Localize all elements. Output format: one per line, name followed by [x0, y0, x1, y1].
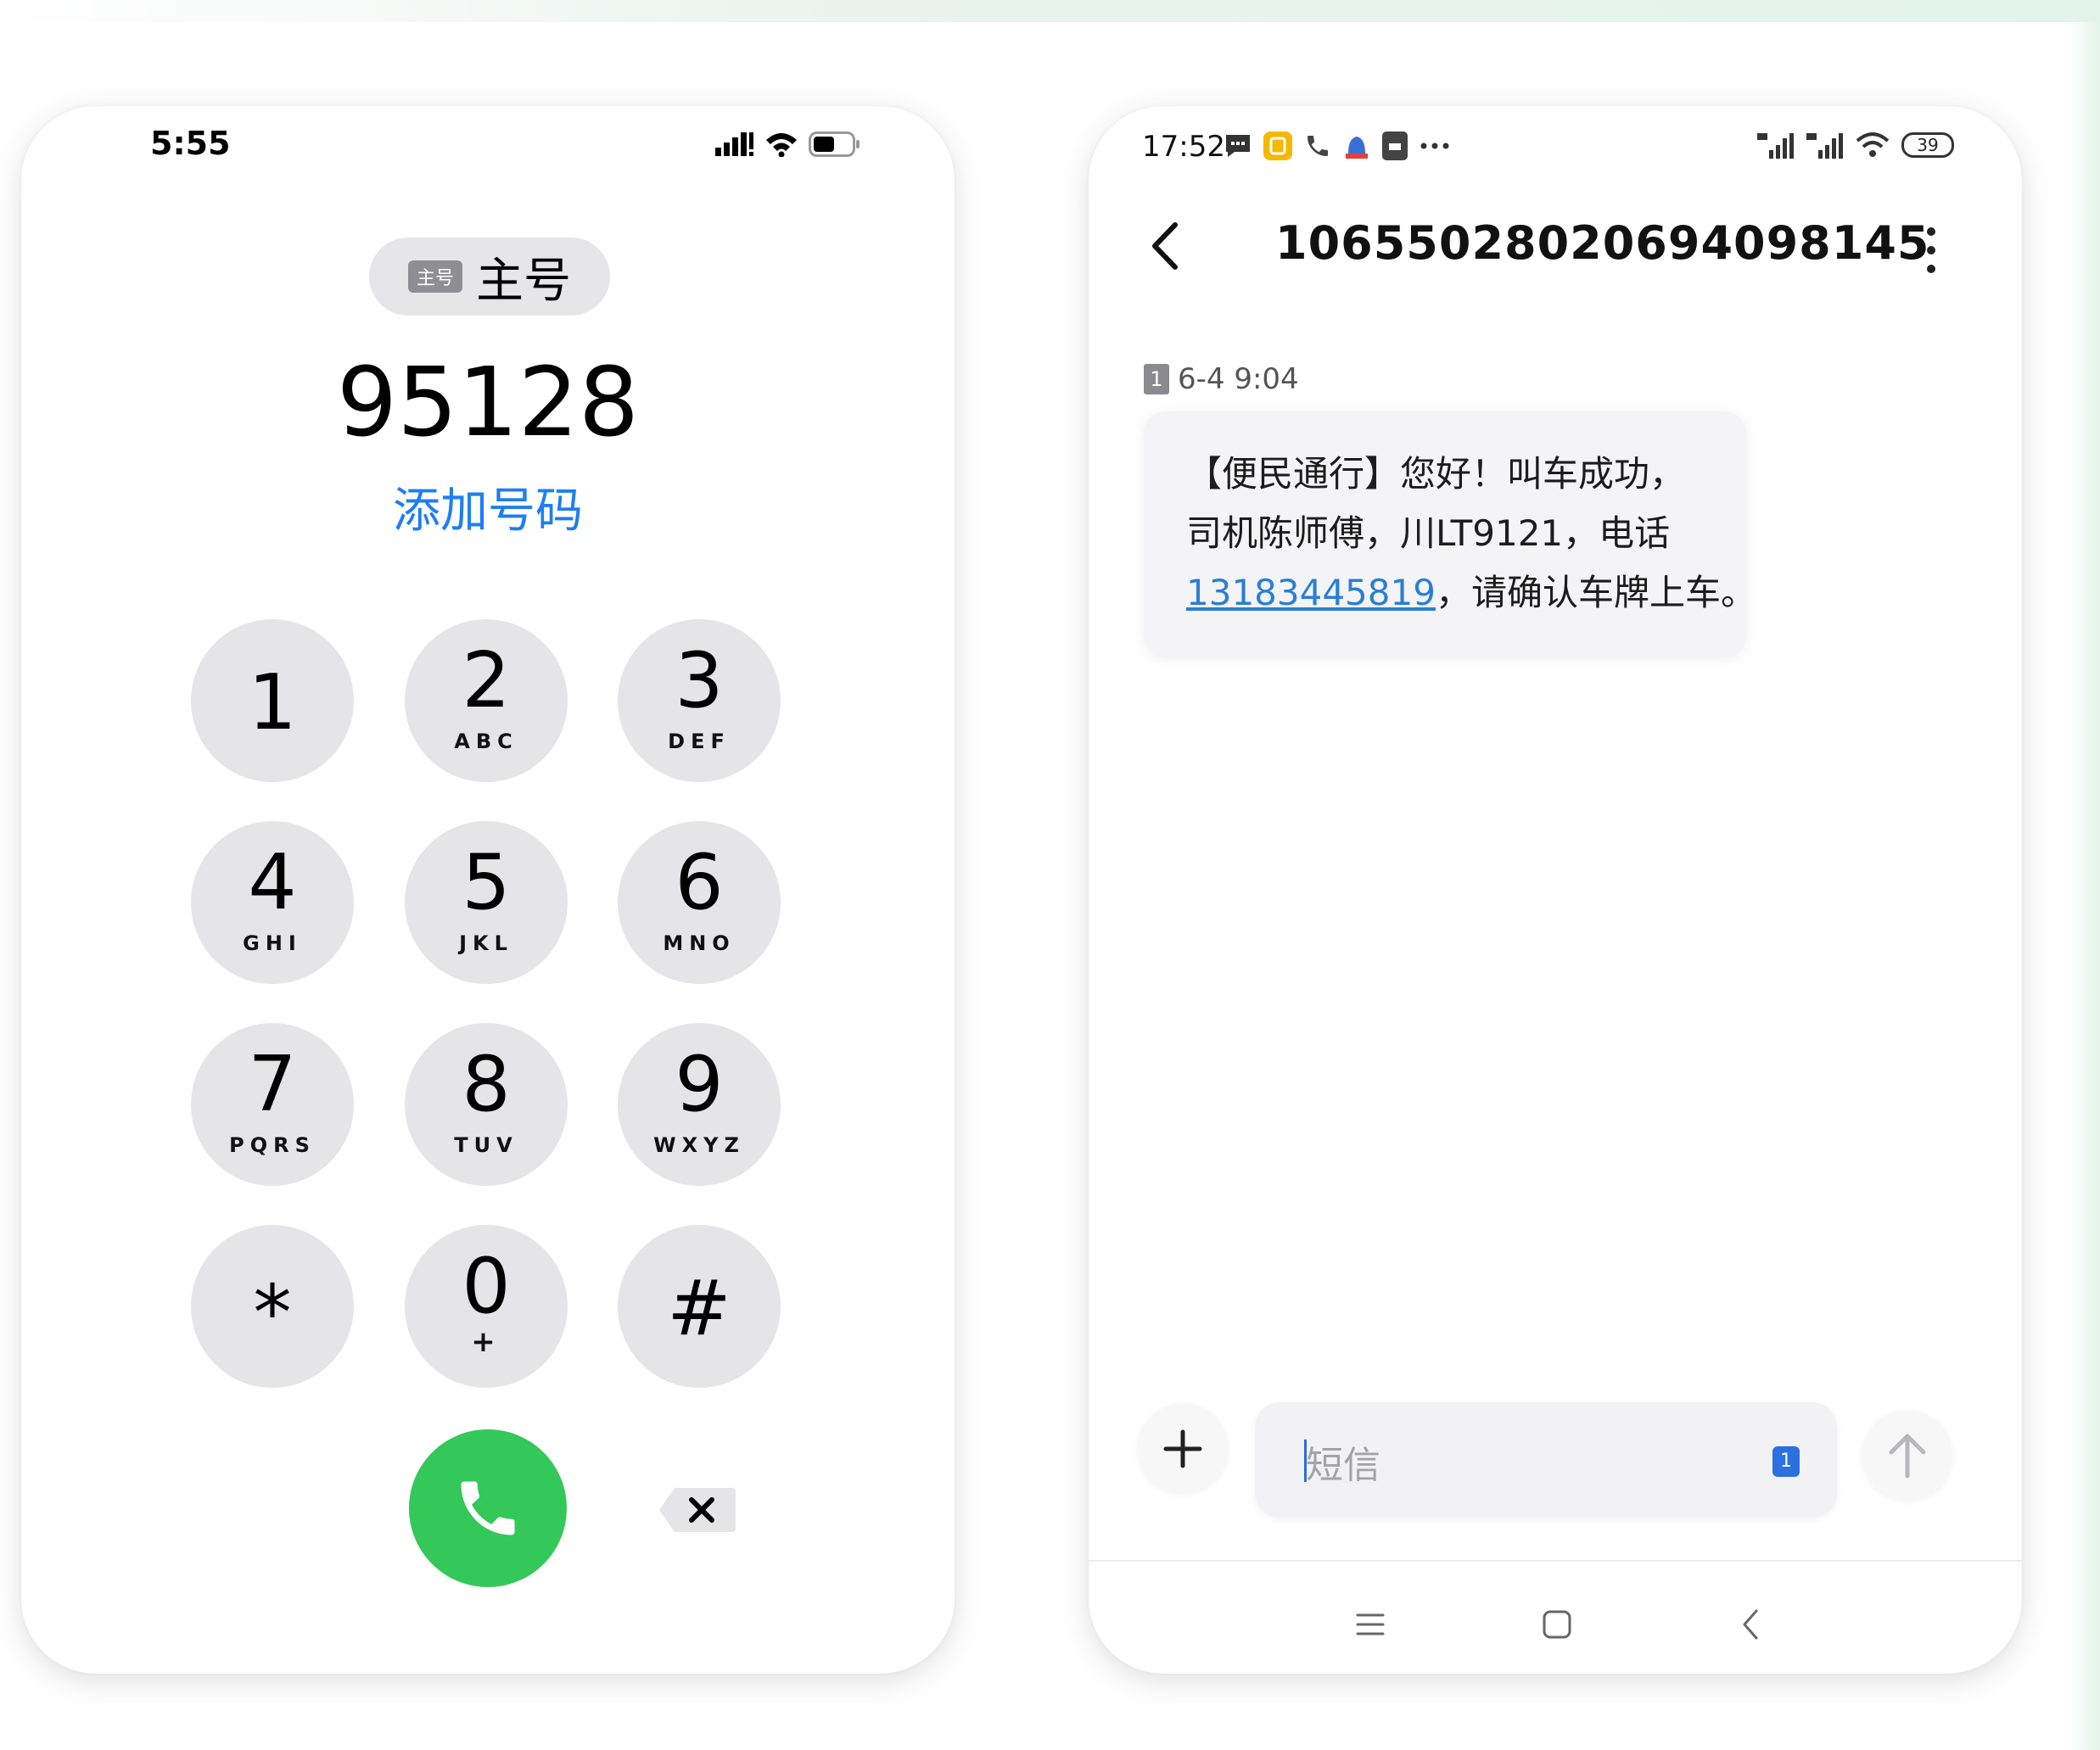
key-digit: 2: [462, 636, 511, 725]
nav-home-button[interactable]: [1532, 1599, 1582, 1650]
key-digit: 0: [462, 1242, 511, 1331]
key-2[interactable]: 2 ABC: [405, 619, 568, 782]
message-input-placeholder: 短信: [1306, 1444, 1380, 1487]
key-9[interactable]: 9 WXYZ: [618, 1023, 781, 1186]
key-letters: MNO: [663, 931, 736, 955]
key-0[interactable]: 0 +: [405, 1225, 568, 1388]
system-status-icons: 39: [1757, 131, 1954, 159]
message-icon: [1226, 135, 1250, 157]
nav-menu-button[interactable]: [1345, 1599, 1396, 1650]
key-7[interactable]: 7 PQRS: [191, 1023, 354, 1186]
key-digit: 4: [248, 838, 297, 927]
key-letters: ABC: [454, 730, 518, 753]
send-button[interactable]: [1862, 1411, 1952, 1501]
key-digit: 5: [462, 838, 511, 927]
sim-selector[interactable]: 主号 主号: [369, 238, 610, 316]
signal-hd-icon-2: [1806, 133, 1843, 159]
dialed-number: 95128: [336, 348, 640, 458]
phone-icon: [461, 1481, 515, 1535]
right-edge-glow: [2066, 22, 2100, 1750]
message-meta: 1 6-4 9:04: [1144, 362, 1299, 396]
top-gradient-bar: [0, 0, 2100, 22]
key-letters: TUV: [454, 1133, 518, 1157]
battery-icon: [809, 131, 860, 157]
sms-screen: 17:52: [1089, 106, 2022, 1674]
nav-divider: [1089, 1560, 2022, 1562]
key-3[interactable]: 3 DEF: [618, 619, 781, 782]
signal-hd-icon: [1757, 133, 1794, 159]
sim-label: 主号: [476, 253, 571, 309]
call-button[interactable]: [409, 1429, 567, 1587]
add-number-link[interactable]: 添加号码: [21, 472, 955, 541]
app-notification-icon: [1263, 131, 1292, 160]
chevron-left-icon: [1743, 1609, 1758, 1640]
call-forward-icon: [1308, 136, 1328, 156]
delete-button[interactable]: [658, 1484, 739, 1535]
key-digit: 3: [675, 636, 724, 725]
status-time: 17:52: [1142, 130, 1225, 164]
key-1[interactable]: 1: [191, 619, 354, 782]
key-star[interactable]: *: [191, 1225, 354, 1388]
key-letters: DEF: [668, 730, 731, 753]
nav-back-button[interactable]: [1725, 1599, 1776, 1650]
dialer-screen: 5:55 主号 主号 95128 添加号码 1 2 ABC 3 DEF 4 GH…: [21, 106, 955, 1674]
sim-switch-badge[interactable]: 1: [1772, 1446, 1800, 1477]
key-8[interactable]: 8 TUV: [405, 1023, 568, 1186]
wifi-icon: [766, 133, 797, 157]
key-6[interactable]: 6 MNO: [618, 821, 781, 984]
key-letters: PQRS: [229, 1133, 316, 1157]
phone-number-link[interactable]: 13183445819: [1186, 572, 1436, 613]
clipboard-icon: [1382, 131, 1408, 160]
key-4[interactable]: 4 GHI: [191, 821, 354, 984]
key-letters: WXYZ: [653, 1133, 745, 1157]
message-bubble[interactable]: 【便民通行】您好！叫车成功， 司机陈师傅，川LT9121，电话 13183445…: [1144, 411, 1756, 657]
wifi-icon: [1856, 132, 1890, 157]
key-digit: 7: [248, 1040, 297, 1129]
menu-icon: [1356, 1613, 1385, 1635]
message-timestamp: 6-4 9:04: [1178, 362, 1299, 396]
more-notifications-icon: [1420, 143, 1449, 149]
home-square-icon: [1543, 1610, 1571, 1639]
arrow-up-icon: [1889, 1434, 1926, 1479]
plus-icon: [1163, 1429, 1202, 1468]
alarm-icon: [1346, 137, 1368, 159]
key-digit: 6: [675, 838, 724, 927]
message-line-2: 司机陈师傅，川LT9121，电话: [1186, 512, 1671, 554]
chevron-left-icon: [1152, 222, 1178, 270]
backspace-icon: [659, 1488, 736, 1532]
notification-icons: [1224, 131, 1450, 160]
key-digit: 9: [675, 1040, 724, 1129]
signal-icon: [715, 132, 753, 156]
message-line-3-text: ，请确认车牌上车。: [1435, 572, 1756, 613]
battery-level: 39: [1901, 132, 1954, 158]
key-letters: GHI: [243, 931, 302, 955]
message-input[interactable]: 短信 1: [1255, 1402, 1837, 1518]
message-line-1: 【便民通行】您好！叫车成功，: [1186, 453, 1686, 495]
status-icons: [715, 131, 861, 157]
conversation-title: 1065502802069409814​5: [1275, 216, 1930, 270]
more-options-button[interactable]: [1921, 225, 1941, 276]
sim-index-badge: 1: [1144, 364, 1169, 394]
key-letters: +: [471, 1325, 501, 1359]
key-letters: JKL: [459, 931, 513, 955]
message-line-3: 13183445819，请确认车牌上车。: [1186, 564, 1756, 616]
key-digit: 1: [248, 658, 297, 747]
more-vertical-icon: [1927, 227, 1935, 273]
key-5[interactable]: 5 JKL: [405, 821, 568, 984]
status-time: 5:55: [150, 125, 231, 162]
sim-tag: 主号: [407, 260, 462, 293]
key-digit: #: [667, 1264, 731, 1353]
back-button[interactable]: [1145, 216, 1187, 276]
key-digit: *: [253, 1269, 292, 1358]
key-digit: 8: [462, 1040, 511, 1129]
attach-button[interactable]: [1138, 1404, 1228, 1494]
key-hash[interactable]: #: [618, 1225, 781, 1388]
